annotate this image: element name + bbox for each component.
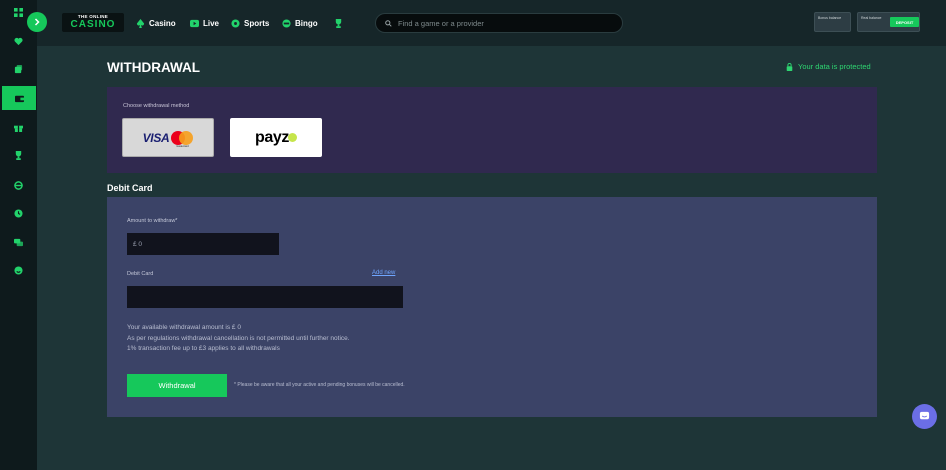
payz-dot-icon — [287, 133, 297, 142]
wallet-icon[interactable] — [2, 86, 36, 110]
mastercard-sub: mastercard — [176, 144, 189, 148]
sidebar — [0, 0, 37, 470]
lock-icon — [786, 62, 793, 71]
data-protected-notice: Your data is protected — [786, 62, 871, 71]
globe-icon[interactable] — [0, 174, 37, 196]
trophy-icon[interactable] — [0, 144, 37, 166]
nav-casino-label: Casino — [149, 18, 176, 28]
withdrawal-button[interactable]: Withdrawal — [127, 374, 227, 397]
fee-notice: 1% transaction fee up to £3 applies to a… — [127, 345, 280, 352]
heart-icon[interactable] — [0, 30, 37, 52]
logo-line2: CASINO — [70, 18, 116, 30]
real-balance-label: Real balance — [861, 16, 882, 20]
section-title-debit-card: Debit Card — [107, 183, 153, 193]
debit-card-label: Debit Card — [127, 271, 154, 277]
trophy-icon — [335, 18, 342, 28]
live-icon — [190, 19, 199, 27]
amount-label: Amount to withdraw* — [127, 218, 178, 224]
bonus-cancel-note: * Please be aware that all your active a… — [234, 382, 405, 388]
method-label: Choose withdrawal method — [123, 103, 190, 109]
nav-sports[interactable]: Sports — [231, 17, 269, 29]
nav-live-label: Live — [203, 18, 220, 28]
visa-mastercard-method[interactable]: VISA mastercard — [122, 118, 214, 157]
search-icon — [385, 19, 392, 27]
spades-icon — [136, 18, 145, 28]
deposit-button[interactable]: DEPOSIT — [890, 17, 919, 27]
add-new-card-link[interactable]: Add new — [372, 270, 395, 276]
debit-card-form: Amount to withdraw* Debit Card Add new Y… — [107, 197, 877, 417]
bonus-balance-box[interactable]: Bonus balance — [814, 12, 851, 32]
debit-card-select[interactable] — [127, 286, 403, 308]
data-protected-text: Your data is protected — [798, 62, 871, 71]
cancellation-notice: As per regulations withdrawal cancellati… — [127, 335, 350, 342]
nav-live[interactable]: Live — [190, 17, 219, 29]
page-title: WITHDRAWAL — [107, 60, 200, 75]
search-bar[interactable] — [375, 13, 623, 33]
chat-icon[interactable] — [0, 231, 37, 253]
live-chat-button[interactable] — [912, 404, 937, 429]
chat-bubble-icon — [919, 411, 930, 420]
visa-logo: VISA — [142, 130, 170, 145]
available-amount-text: Your available withdrawal amount is £ 0 — [127, 324, 241, 331]
casino-logo[interactable]: THE ONLINE CASINO — [62, 13, 124, 32]
gift-icon[interactable] — [0, 116, 37, 138]
nav-bingo[interactable]: Bingo — [282, 17, 318, 29]
payz-method[interactable]: payz — [230, 118, 322, 157]
payz-logo: payz — [255, 128, 289, 146]
bonus-balance-label: Bonus balance — [818, 16, 842, 20]
chevron-right-icon — [34, 18, 40, 26]
amount-input[interactable] — [127, 233, 279, 255]
search-input[interactable] — [398, 18, 598, 28]
nav-bingo-label: Bingo — [295, 18, 318, 28]
nav-sports-label: Sports — [244, 18, 270, 28]
ball-icon — [231, 18, 240, 28]
nav-casino[interactable]: Casino — [136, 17, 176, 29]
mastercard-icon: mastercard — [171, 130, 194, 148]
nav-promotions[interactable] — [334, 17, 343, 29]
dice-icon[interactable] — [0, 58, 37, 80]
support-icon[interactable] — [0, 259, 37, 281]
clock-icon[interactable] — [0, 202, 37, 224]
bingo-icon — [282, 18, 291, 28]
top-header: THE ONLINE CASINO Casino Live Sports Bin… — [27, 0, 946, 46]
withdrawal-method-panel: Choose withdrawal method VISA mastercard… — [107, 87, 877, 173]
sidebar-toggle-button[interactable] — [27, 12, 47, 32]
